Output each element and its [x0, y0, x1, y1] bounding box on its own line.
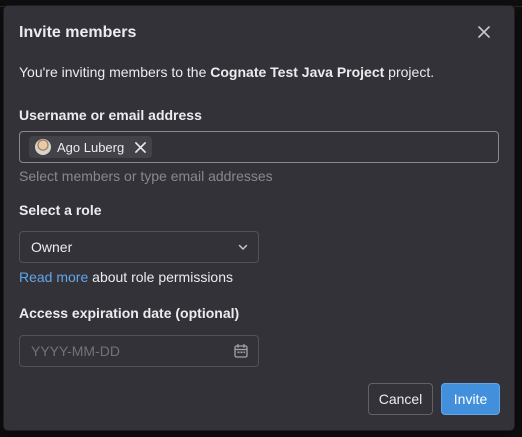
- intro-suffix: project.: [384, 64, 435, 80]
- project-name: Cognate Test Java Project: [210, 64, 385, 80]
- chevron-down-icon: [238, 244, 248, 250]
- role-field-label: Select a role: [19, 202, 102, 218]
- read-more-link[interactable]: Read more: [19, 269, 88, 285]
- invite-members-dialog: Invite members You're inviting members t…: [4, 6, 514, 430]
- dialog-title: Invite members: [19, 24, 137, 41]
- member-token-name: Ago Luberg: [57, 139, 125, 155]
- close-button[interactable]: [476, 24, 492, 40]
- intro-prefix: You're inviting members to the: [19, 64, 211, 80]
- members-field-label: Username or email address: [19, 107, 202, 123]
- expiration-date-placeholder: YYYY-MM-DD: [31, 343, 120, 359]
- cancel-button[interactable]: Cancel: [368, 383, 433, 415]
- invite-button[interactable]: Invite: [441, 383, 500, 415]
- role-select-value: Owner: [31, 239, 73, 255]
- expiration-field-label: Access expiration date (optional): [19, 305, 240, 321]
- intro-text: You're inviting members to the Cognate T…: [19, 64, 434, 80]
- close-icon: [478, 26, 490, 38]
- member-token: Ago Luberg: [29, 136, 153, 158]
- avatar: [35, 139, 51, 155]
- close-icon: [134, 141, 146, 153]
- calendar-icon: [234, 343, 248, 358]
- members-hint: Select members or type email addresses: [19, 168, 273, 184]
- remove-member-button[interactable]: [134, 141, 146, 153]
- expiration-date-input[interactable]: YYYY-MM-DD: [19, 335, 259, 367]
- role-permissions-help: Read more about role permissions: [19, 269, 233, 285]
- role-link-suffix: about role permissions: [88, 269, 234, 285]
- role-select[interactable]: Owner: [19, 231, 259, 263]
- members-input[interactable]: Ago Luberg: [19, 131, 499, 163]
